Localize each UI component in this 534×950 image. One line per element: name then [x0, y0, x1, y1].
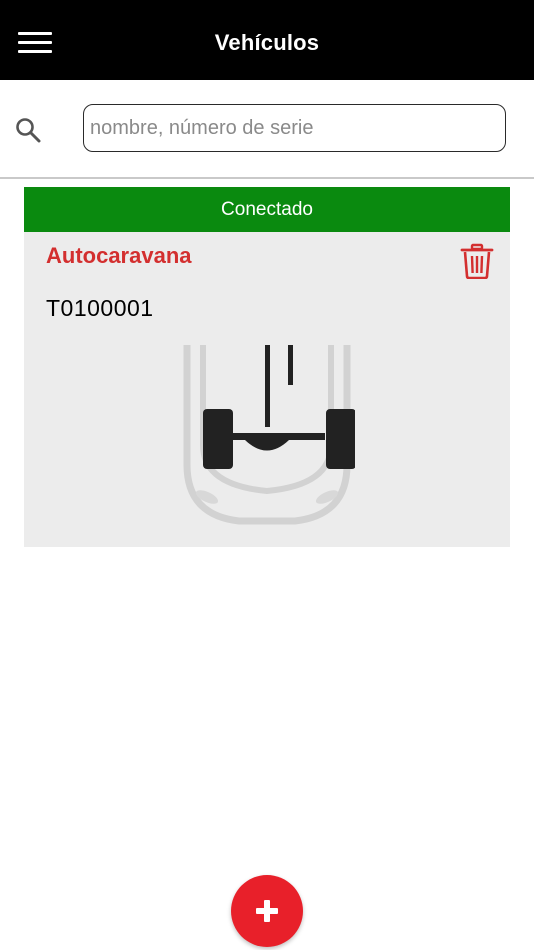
vehicle-axle-diagram: [183, 345, 355, 525]
add-vehicle-button[interactable]: [231, 875, 303, 947]
vehicle-card[interactable]: Conectado Autocaravana T0100001: [24, 187, 510, 547]
page-title: Vehículos: [214, 30, 320, 55]
app-bar: Vehículos: [0, 0, 534, 80]
trash-icon[interactable]: [460, 243, 494, 279]
connection-status-badge: Conectado: [24, 187, 510, 232]
search-bar: [0, 80, 534, 179]
serial-number: T0100001: [46, 295, 154, 321]
search-input[interactable]: [83, 104, 506, 152]
plus-icon: [256, 900, 278, 922]
vehicle-name: Autocaravana: [46, 243, 192, 268]
search-icon[interactable]: [14, 116, 42, 144]
